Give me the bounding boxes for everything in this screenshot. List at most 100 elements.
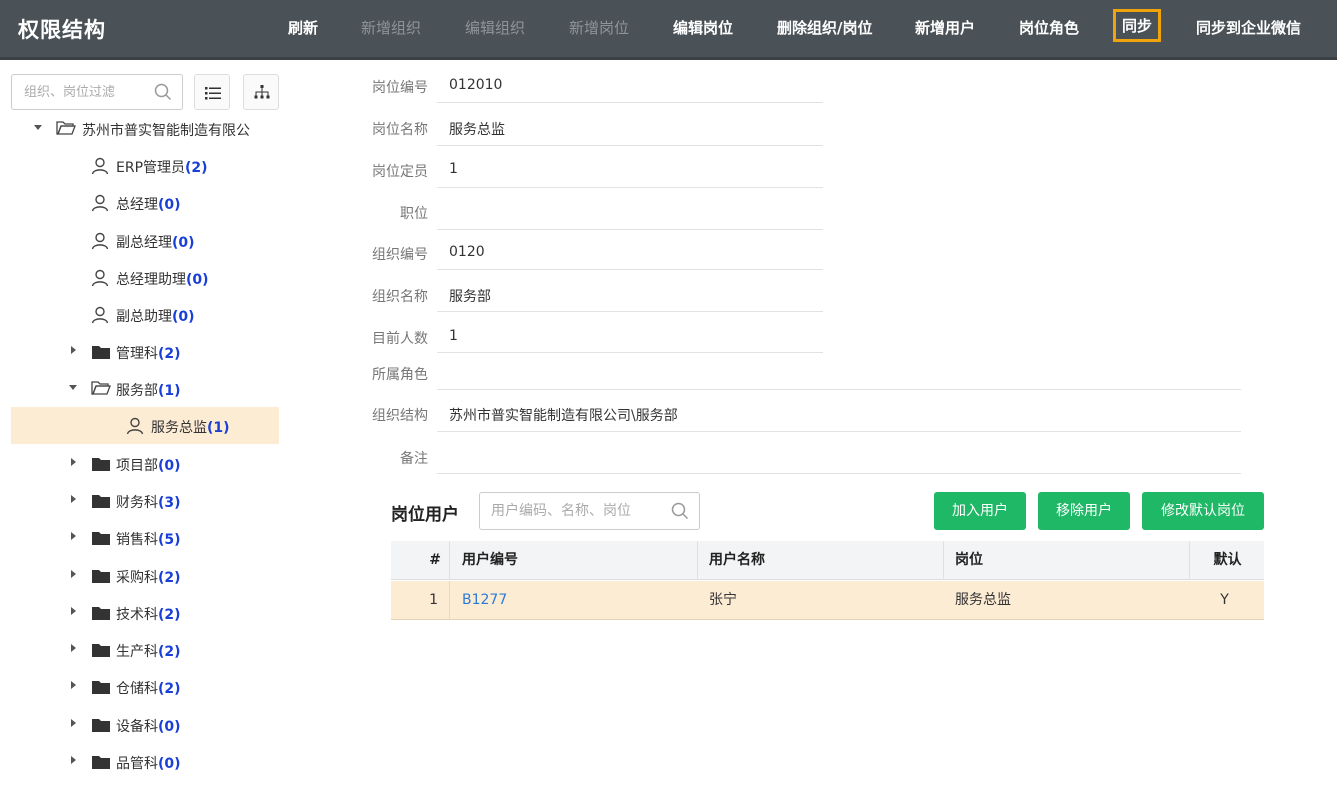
column-divider — [1189, 541, 1190, 580]
post-code-label: 岗位编号 — [372, 80, 428, 96]
add-user-to-post-button[interactable]: 加入用户 — [934, 492, 1026, 530]
tree-view-button[interactable] — [243, 74, 279, 110]
tree-node-dept[interactable]: 仓储科(2) — [11, 668, 279, 705]
divider — [437, 229, 823, 230]
column-divider — [697, 541, 698, 580]
caret-right-icon[interactable] — [68, 642, 78, 654]
tree-node-dept[interactable]: 销售科(5) — [11, 519, 279, 556]
tree-node-dept[interactable]: 技术科(2) — [11, 594, 279, 631]
column-header-post[interactable]: 岗位 — [955, 541, 983, 580]
tree-node-root[interactable]: 苏州市普实智能制造有限公 — [11, 110, 279, 147]
add-post-button[interactable]: 新增岗位 — [569, 17, 629, 38]
caret-down-icon[interactable] — [33, 121, 43, 133]
user-search-input[interactable] — [480, 493, 665, 529]
roles-label: 所属角色 — [372, 367, 428, 383]
tree-node-count: (0) — [172, 309, 195, 325]
column-divider — [449, 541, 450, 580]
tree-node-label: ERP管理员 — [116, 160, 186, 176]
remove-user-button[interactable]: 移除用户 — [1038, 492, 1130, 530]
tree-node-label: 管理科 — [116, 346, 158, 362]
post-name-label: 岗位名称 — [372, 122, 428, 138]
tree-node-count: (3) — [158, 495, 181, 511]
user-icon — [91, 269, 109, 291]
tree-node-count: (1) — [158, 383, 181, 399]
tree-node-count: (2) — [158, 570, 181, 586]
tree-node-post[interactable]: 总经理(0) — [11, 184, 279, 221]
tree-node-post[interactable]: 副总助理(0) — [11, 296, 279, 333]
tree-node-count: (2) — [158, 644, 181, 660]
user-icon — [126, 417, 144, 439]
cell-user-code-link[interactable]: B1277 — [462, 581, 507, 620]
tree-node-post[interactable]: ERP管理员(2) — [11, 147, 279, 184]
search-icon[interactable] — [671, 502, 689, 524]
list-view-button[interactable] — [194, 74, 230, 110]
add-org-button[interactable]: 新增组织 — [361, 17, 421, 38]
tree-node-dept-service[interactable]: 服务部(1) — [11, 370, 279, 407]
folder-icon — [91, 345, 111, 364]
caret-right-icon[interactable] — [68, 568, 78, 580]
folder-icon — [91, 569, 111, 588]
tree-node-dept[interactable]: 项目部(0) — [11, 445, 279, 482]
search-icon[interactable] — [154, 83, 172, 105]
column-header-code[interactable]: 用户编号 — [462, 541, 518, 580]
tree-node-label: 财务科 — [116, 495, 158, 511]
tree-node-dept[interactable]: 生产科(2) — [11, 631, 279, 668]
tree-filter — [11, 74, 183, 110]
headcount-value: 1 — [449, 161, 458, 177]
tree-node-dept[interactable]: 财务科(3) — [11, 482, 279, 519]
column-header-default[interactable]: 默认 — [1199, 541, 1256, 580]
sync-wecom-button[interactable]: 同步到企业微信 — [1196, 17, 1301, 38]
caret-right-icon[interactable] — [68, 530, 78, 542]
post-name-value: 服务总监 — [449, 122, 505, 138]
caret-right-icon[interactable] — [68, 679, 78, 691]
cell-default: Y — [1220, 592, 1229, 608]
tree-node-label: 苏州市普实智能制造有限公 — [82, 123, 250, 139]
divider — [437, 311, 823, 312]
tree-node-dept[interactable]: 品管科(0) — [11, 743, 279, 780]
table-header: # 用户编号 用户名称 岗位 默认 — [391, 541, 1264, 580]
tree-node-selected-post[interactable]: 服务总监(1) — [11, 407, 279, 444]
tree-node-dept[interactable]: 设备科(0) — [11, 706, 279, 743]
tree-node-label: 副总助理 — [116, 309, 172, 325]
change-default-post-button[interactable]: 修改默认岗位 — [1142, 492, 1264, 530]
folder-icon — [91, 755, 111, 774]
delete-org-post-button[interactable]: 删除组织/岗位 — [777, 17, 872, 38]
folder-icon — [91, 718, 111, 737]
column-header-name[interactable]: 用户名称 — [709, 541, 765, 580]
user-icon — [91, 194, 109, 216]
column-header-index[interactable]: # — [391, 541, 441, 580]
post-role-button[interactable]: 岗位角色 — [1019, 17, 1079, 38]
divider — [437, 102, 823, 103]
sync-button[interactable]: 同步 — [1112, 9, 1162, 42]
tree-filter-input[interactable] — [12, 75, 152, 109]
folder-icon — [91, 494, 111, 513]
divider — [437, 187, 823, 188]
edit-org-button[interactable]: 编辑组织 — [465, 17, 525, 38]
post-users-title: 岗位用户 — [391, 505, 459, 525]
org-path-label: 组织结构 — [372, 408, 428, 424]
add-user-button[interactable]: 新增用户 — [915, 17, 975, 38]
refresh-button[interactable]: 刷新 — [288, 17, 318, 38]
tree-node-post[interactable]: 总经理助理(0) — [11, 259, 279, 296]
divider — [437, 352, 823, 353]
caret-right-icon[interactable] — [68, 456, 78, 468]
tree-node-label: 品管科 — [116, 756, 158, 772]
caret-right-icon[interactable] — [68, 344, 78, 356]
caret-right-icon[interactable] — [68, 493, 78, 505]
divider — [437, 473, 1241, 474]
tree-node-label: 总经理 — [116, 197, 158, 213]
edit-post-button[interactable]: 编辑岗位 — [673, 17, 733, 38]
org-name-label: 组织名称 — [372, 289, 428, 305]
tree-node-label: 服务总监 — [151, 420, 207, 436]
caret-right-icon[interactable] — [68, 754, 78, 766]
table-row[interactable]: 1 B1277 张宁 服务总监 Y — [391, 581, 1264, 620]
tree-node-post[interactable]: 副总经理(0) — [11, 222, 279, 259]
tree-node-count: (2) — [158, 681, 181, 697]
tree-node-dept[interactable]: 管理科(2) — [11, 333, 279, 370]
tree-node-dept[interactable]: 采购科(2) — [11, 557, 279, 594]
tree-node-label: 仓储科 — [116, 681, 158, 697]
caret-down-icon[interactable] — [68, 381, 78, 393]
tree-node-label: 总经理助理 — [116, 272, 186, 288]
caret-right-icon[interactable] — [68, 605, 78, 617]
caret-right-icon[interactable] — [68, 717, 78, 729]
